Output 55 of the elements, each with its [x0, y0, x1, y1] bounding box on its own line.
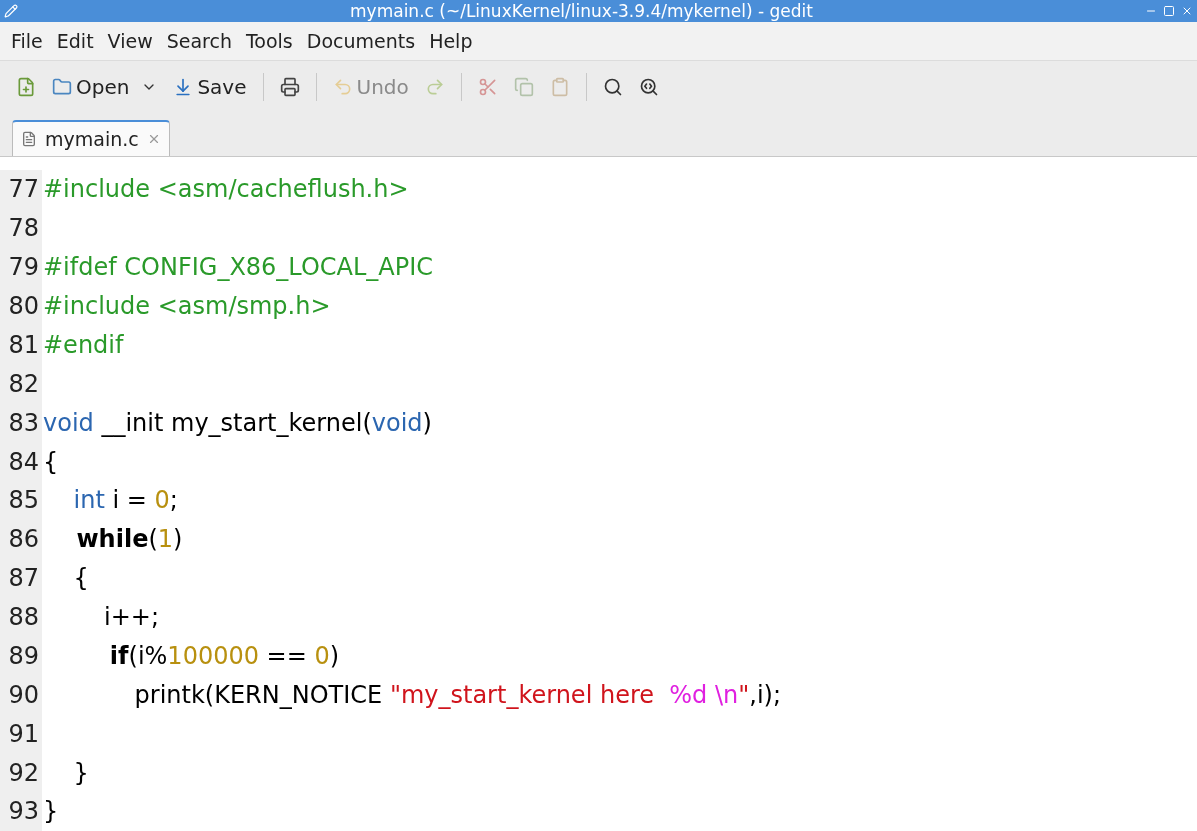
line-number: 85 — [0, 481, 42, 520]
code-line: i++; — [103, 602, 159, 634]
line-number: 81 — [0, 325, 42, 365]
line-number: 92 — [0, 753, 42, 792]
menu-item[interactable]: Tools — [238, 26, 300, 56]
code-line: #include <asm/cacheflush.h> — [42, 174, 409, 206]
line-number: 86 — [0, 519, 42, 559]
undo-icon — [332, 76, 353, 97]
line-number: 80 — [0, 286, 42, 326]
code-line: { — [42, 446, 59, 478]
line-number: 77 — [0, 170, 42, 209]
line-number: 93 — [0, 792, 42, 831]
code-line: } — [72, 757, 89, 789]
tab-label: mymain.c — [45, 126, 139, 152]
line-number: 82 — [0, 364, 42, 404]
code-line: } — [42, 796, 59, 828]
code-line: printk(KERN_NOTICE "my_start_kernel here %d \n",i); — [133, 679, 782, 711]
menu-item[interactable]: Documents — [299, 26, 423, 56]
code-line: #ifdef CONFIG_X86_LOCAL_APIC — [42, 252, 434, 284]
close-icon[interactable] — [1181, 5, 1193, 17]
code-line: if(i%100000 == 0) — [108, 640, 340, 672]
code-line: { — [72, 563, 89, 595]
scissors-icon — [477, 76, 498, 97]
window-title: mymain.c (~/LinuxKernel/linux-3.9.4/mykernel) - gedit — [349, 0, 814, 22]
open-button[interactable]: Open — [48, 67, 162, 106]
line-number: 83 — [0, 403, 42, 443]
code-line: int i = 0; — [72, 485, 178, 517]
code-line: #endif — [42, 329, 124, 361]
menu-item[interactable]: Search — [159, 26, 239, 56]
app-icon — [4, 4, 18, 18]
line-number: 90 — [0, 675, 42, 715]
search-icon — [602, 76, 623, 97]
folder-icon — [52, 76, 72, 97]
new-document-icon — [16, 76, 36, 97]
document-tab[interactable]: mymain.c — [12, 120, 170, 156]
line-number: 88 — [0, 597, 42, 637]
menu-item[interactable]: Edit — [49, 26, 101, 56]
line-number: 91 — [0, 714, 42, 754]
code-line: #include <asm/smp.h> — [42, 291, 331, 323]
line-number: 84 — [0, 442, 42, 481]
code-line: void __init my_start_kernel(void) — [42, 407, 432, 439]
copy-icon — [513, 76, 534, 97]
find-replace-icon — [638, 76, 659, 97]
code-line: while(1) — [75, 524, 183, 556]
line-number: 87 — [0, 558, 42, 598]
menu-item[interactable]: View — [100, 26, 160, 56]
line-number: 89 — [0, 636, 42, 676]
line-number: 79 — [0, 247, 42, 287]
menu-item[interactable]: Help — [422, 26, 480, 56]
line-number: 78 — [0, 208, 42, 248]
maximize-icon[interactable] — [1163, 5, 1175, 17]
document-icon — [21, 131, 37, 147]
printer-icon — [279, 76, 300, 97]
save-button[interactable]: Save — [169, 67, 251, 106]
menu-item[interactable]: File — [4, 26, 50, 56]
